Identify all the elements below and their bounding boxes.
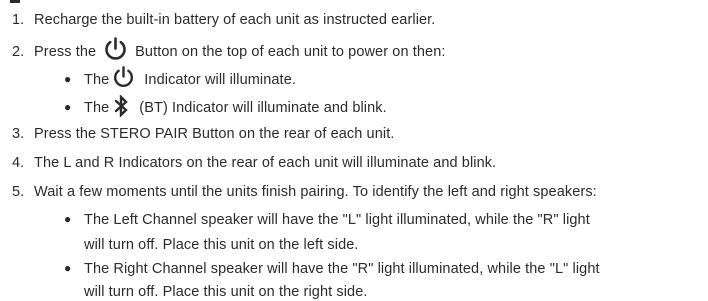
bullet-marker: ● [64,71,72,86]
step-4: 4. The L and R Indicators on the rear of … [12,154,496,172]
instruction-document: 1. Recharge the built-in battery of each … [0,0,708,300]
step-2-bullet-2: ● The (BT) Indicator will illuminate and b… [64,94,387,118]
step-number: 2. [12,43,25,60]
step-3: 3. Press the STERO PAIR Button on the rea… [12,125,394,143]
bullet-text: will turn off. Place this unit on the ri… [84,284,368,300]
step-number: 5. [12,184,25,200]
bullet-text-before: The [84,99,110,116]
step-number: 3. [12,126,25,142]
bullet-text-after: (BT) Indicator will illuminate and blink… [139,99,387,116]
bullet-marker: ● [64,99,72,114]
step-2: 2. Press the Button on the top of each uni… [12,37,446,61]
bullet-text-before: The [84,71,110,88]
power-icon [102,37,129,61]
bullet-text: The Left Channel speaker will have the "… [84,212,590,228]
step-5-bullet-1-continuation: will turn off. Place this unit on the le… [84,236,359,254]
step-text: The L and R Indicators on the rear of ea… [34,155,497,171]
step-text: Press the STERO PAIR Button on the rear … [34,126,395,142]
bullet-text-after: Indicator will illuminate. [144,71,296,88]
bullet-marker: ● [64,212,72,226]
step-5: 5. Wait a few moments until the units fin… [12,183,597,201]
bullet-text: The Right Channel speaker will have the … [84,261,600,277]
step-5-bullet-2: ● The Right Channel speaker will have the… [64,260,600,278]
bullet-marker: ● [64,261,72,275]
step-text: Wait a few moments until the units finis… [34,184,597,200]
cropped-text-fragment [10,0,20,3]
step-number: 1. [12,12,25,28]
step-5-bullet-2-continuation: will turn off. Place this unit on the ri… [84,283,368,301]
bluetooth-icon [113,94,129,118]
step-5-bullet-1: ● The Left Channel speaker will have the … [64,211,590,229]
step-text: Recharge the built-in battery of each un… [34,12,436,28]
power-icon [111,66,136,88]
step-text-before: Press the [34,43,97,60]
step-number: 4. [12,155,25,171]
step-1: 1. Recharge the built-in battery of each … [12,11,435,29]
step-2-bullet-1: ● The Indicator will illuminate. [64,66,296,88]
step-text-after: Button on the top of each unit to power … [135,43,446,60]
bullet-text: will turn off. Place this unit on the le… [84,237,359,253]
